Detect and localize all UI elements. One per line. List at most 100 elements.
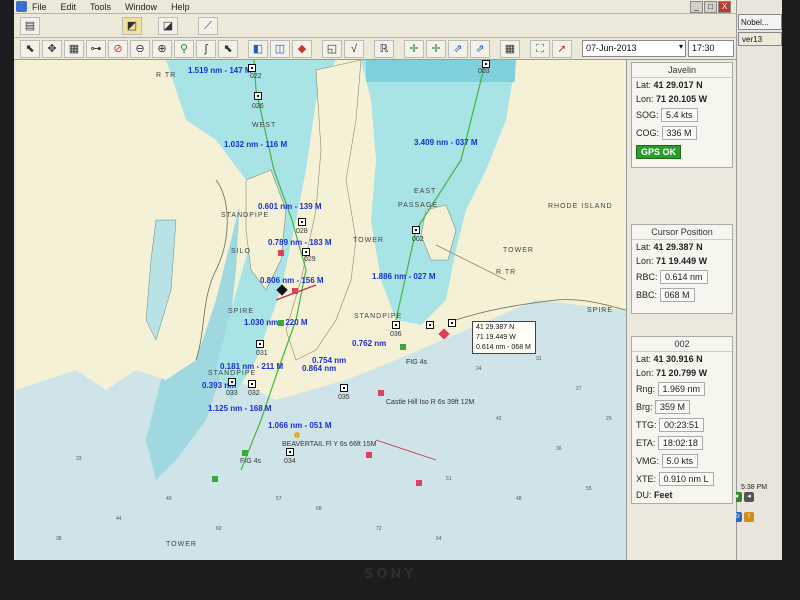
waypoint-marker[interactable] xyxy=(482,60,490,68)
svg-text:55: 55 xyxy=(586,486,592,492)
track-icon[interactable]: ʃ xyxy=(196,39,216,58)
nav-buoy-green[interactable] xyxy=(400,344,406,350)
draw-line-icon[interactable]: ⟋ xyxy=(198,17,218,35)
svg-text:29: 29 xyxy=(606,416,612,422)
waypoint-marker[interactable] xyxy=(248,64,256,72)
maximize-button[interactable]: □ xyxy=(704,1,717,13)
nav-buoy-yellow[interactable] xyxy=(294,432,300,438)
toolbar-separator xyxy=(492,40,498,58)
menu-bar: File Edit Tools Window Help xyxy=(14,0,736,14)
tide-icon[interactable]: ⛶ xyxy=(530,39,550,58)
check-route-icon[interactable]: √ xyxy=(344,39,364,58)
marker-icon[interactable]: ⚲ xyxy=(174,39,194,58)
cursor-track-icon[interactable]: ⬉ xyxy=(218,39,238,58)
nav-buoy-green[interactable] xyxy=(278,320,284,326)
route-plan-icon[interactable]: ◪ xyxy=(158,17,178,35)
waypoint-marker[interactable] xyxy=(392,321,400,329)
nav-buoy-red[interactable] xyxy=(416,480,422,486)
chart-layer-icon[interactable]: ◩ xyxy=(122,17,142,35)
waypoint-marker[interactable] xyxy=(228,378,236,386)
nav-color-icon[interactable]: ◆ xyxy=(292,39,312,58)
place-label-tower: TOWER xyxy=(353,237,384,244)
nav-buoy-green[interactable] xyxy=(212,476,218,482)
time-field[interactable]: 17:30 xyxy=(688,40,734,57)
menu-tools[interactable]: Tools xyxy=(90,2,111,12)
cursor-rbc: 0.614 nm xyxy=(660,270,708,284)
nav-buoy-green[interactable] xyxy=(242,450,248,456)
waypoint-label: 002 xyxy=(412,236,424,243)
split-view-icon[interactable]: ◫ xyxy=(270,39,290,58)
vessel-lon-label: Lon: xyxy=(636,94,654,104)
vessel-cog-row: COG: 336 M xyxy=(632,124,732,142)
taskbar-version-tab[interactable]: ver13 xyxy=(738,32,782,46)
menu-window[interactable]: Window xyxy=(125,2,157,12)
no-entry-icon[interactable]: ⊘ xyxy=(108,39,128,58)
svg-text:24: 24 xyxy=(476,366,482,372)
export-icon[interactable]: ➚ xyxy=(552,39,572,58)
waypoint-marker[interactable] xyxy=(340,384,348,392)
menu-edit[interactable]: Edit xyxy=(61,2,77,12)
waypoint-icon[interactable]: ◱ xyxy=(322,39,342,58)
vessel-cog: 336 M xyxy=(661,126,697,140)
range-ring-icon[interactable]: ℝ xyxy=(374,39,394,58)
waypoint-marker[interactable] xyxy=(412,226,420,234)
date-field[interactable]: 07-Jun-2013 ▾ xyxy=(582,40,686,57)
menu-help[interactable]: Help xyxy=(171,2,190,12)
waypoint-ttg-label: TTG: xyxy=(636,420,657,430)
waypoint-lat-label: Lat: xyxy=(636,354,652,364)
waypoint-marker[interactable] xyxy=(254,92,262,100)
waypoint-ttg: 00:23:51 xyxy=(659,418,705,432)
svg-text:42: 42 xyxy=(496,416,502,422)
measure-icon[interactable]: ⊶ xyxy=(86,39,106,58)
light-label: BEAVERTAIL Fl Y 6s 66ft 15M xyxy=(282,441,377,448)
waypoint-marker[interactable] xyxy=(448,319,456,327)
cursor-lon: 71 19.449 W xyxy=(656,256,708,266)
waypoint-marker[interactable] xyxy=(302,248,310,256)
minimize-button[interactable]: _ xyxy=(690,1,703,13)
pointer-icon[interactable]: ⬉ xyxy=(20,39,40,58)
taskbar-app-tab[interactable]: Nobel... xyxy=(738,14,782,30)
place-label-tower-east: TOWER xyxy=(503,247,534,254)
place-label-rtr-south: R TR xyxy=(496,269,517,276)
east-passage-water xyxy=(361,60,516,325)
nav-buoy-red[interactable] xyxy=(278,250,284,256)
menu-file[interactable]: File xyxy=(32,2,47,12)
place-label-tower-south: TOWER xyxy=(166,541,197,548)
crosshair-icon[interactable]: ✛ xyxy=(404,39,424,58)
vector-alt-icon[interactable]: ⇗ xyxy=(470,39,490,58)
tray-alert-icon[interactable]: ! xyxy=(744,512,754,522)
zoom-out-icon[interactable]: ⊖ xyxy=(130,39,150,58)
close-button[interactable]: X xyxy=(718,1,731,13)
svg-text:36: 36 xyxy=(556,446,562,452)
chevron-down-icon[interactable]: ▾ xyxy=(679,42,683,51)
pan-icon[interactable]: ✥ xyxy=(42,39,62,58)
zoom-in-icon[interactable]: ⊕ xyxy=(152,39,172,58)
nautical-chart[interactable]: 24 31 27 42 36 29 51 48 55 68 72 64 60 57 49 33 44 3… xyxy=(16,60,626,560)
waypoint-marker[interactable] xyxy=(256,340,264,348)
waypoint-marker[interactable] xyxy=(426,321,434,329)
waypoint-marker[interactable] xyxy=(248,380,256,388)
waypoint-marker[interactable] xyxy=(298,218,306,226)
grid-select-icon[interactable]: ▦ xyxy=(64,39,84,58)
screen: File Edit Tools Window Help _ □ X ▤ ◩ ◪ … xyxy=(14,0,782,560)
cursor-lat: 41 29.387 N xyxy=(653,242,703,252)
waypoint-marker[interactable] xyxy=(286,448,294,456)
tray-volume-icon[interactable]: ◂ xyxy=(744,492,754,502)
nav-buoy-red[interactable] xyxy=(366,452,372,458)
new-chart-icon[interactable]: ▤ xyxy=(20,17,40,35)
nav-buoy-red[interactable] xyxy=(292,288,298,294)
waypoint-ttg-row: TTG: 00:23:51 xyxy=(632,416,732,434)
leg-label: 0.181 nm - 211 M xyxy=(220,362,284,371)
waypoint-label: 022 xyxy=(250,73,262,80)
svg-text:64: 64 xyxy=(436,536,442,542)
vector-icon[interactable]: ⇗ xyxy=(448,39,468,58)
nav-buoy-red[interactable] xyxy=(378,390,384,396)
chart-canvas[interactable]: 24 31 27 42 36 29 51 48 55 68 72 64 60 57 49 33 44 3… xyxy=(16,60,626,560)
leg-label: 3.409 nm - 037 M xyxy=(414,138,478,147)
crosshair-alt-icon[interactable]: ✛ xyxy=(426,39,446,58)
toolbar-top: ▤ ◩ ◪ ⟋ xyxy=(14,14,736,38)
info-panel: Javelin Lat: 41 29.017 N Lon: 71 20.105 … xyxy=(626,60,736,560)
waypoint-xte-row: XTE: 0.910 nm L xyxy=(632,470,732,488)
chart-window-icon[interactable]: ◧ xyxy=(248,39,268,58)
table-icon[interactable]: ▦ xyxy=(500,39,520,58)
